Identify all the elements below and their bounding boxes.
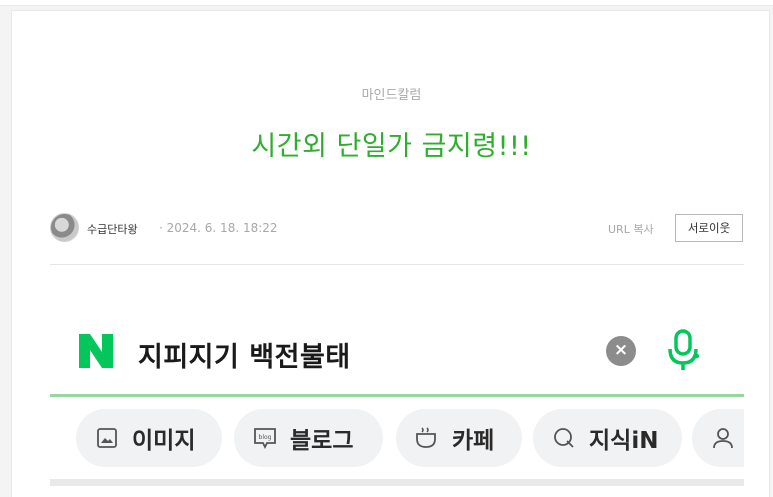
tab-cafe-label: 카페 <box>452 428 495 454</box>
tab-knowledge-label: 지식iN <box>589 428 659 454</box>
post-category-link[interactable]: 마인드칼럼 <box>12 84 771 103</box>
post-date: · 2024. 6. 18. 18:22 <box>159 221 278 235</box>
top-strip <box>0 0 773 6</box>
naver-n-logo <box>79 334 113 368</box>
search-tab-row: 이미지 blog 블로그 카페 지식iN <box>76 409 744 469</box>
post-card: 마인드칼럼 시간외 단일가 금지령!!! 수급단타왕 · 2024. 6. 18… <box>11 10 770 497</box>
post-title: 시간외 단일가 금지령!!! <box>251 131 532 162</box>
tab-image-label: 이미지 <box>132 428 196 454</box>
close-icon: × <box>606 336 636 366</box>
meta-divider <box>50 264 744 265</box>
post-meta: 수급단타왕 · 2024. 6. 18. 18:22 URL 복사 서로이웃 <box>50 213 744 243</box>
tab-blog-label: 블로그 <box>290 428 354 454</box>
cafe-cup-icon <box>414 425 440 451</box>
knowledge-icon <box>551 425 577 451</box>
search-underline <box>50 394 744 397</box>
image-icon <box>94 425 120 451</box>
url-copy-button[interactable]: URL 복사 <box>608 221 654 237</box>
search-query-text: 지피지기 백전불태 <box>138 342 351 373</box>
embedded-screenshot: 지피지기 백전불태 × 이미지 blog 블로그 카페 지식iN <box>50 286 744 486</box>
content-gray-bar <box>50 479 744 486</box>
tab-blog: blog 블로그 <box>234 409 383 467</box>
tab-knowledge: 지식iN <box>533 409 682 467</box>
author-avatar[interactable] <box>50 213 79 242</box>
author-name[interactable]: 수급단타왕 <box>87 221 138 237</box>
tab-cafe: 카페 <box>396 409 522 467</box>
add-neighbor-button[interactable]: 서로이웃 <box>675 214 743 242</box>
microphone-icon <box>668 329 700 370</box>
tab-image: 이미지 <box>76 409 222 467</box>
tab-person <box>692 409 744 467</box>
person-icon <box>710 425 736 451</box>
svg-text:blog: blog <box>259 434 272 441</box>
blog-icon: blog <box>252 425 278 451</box>
